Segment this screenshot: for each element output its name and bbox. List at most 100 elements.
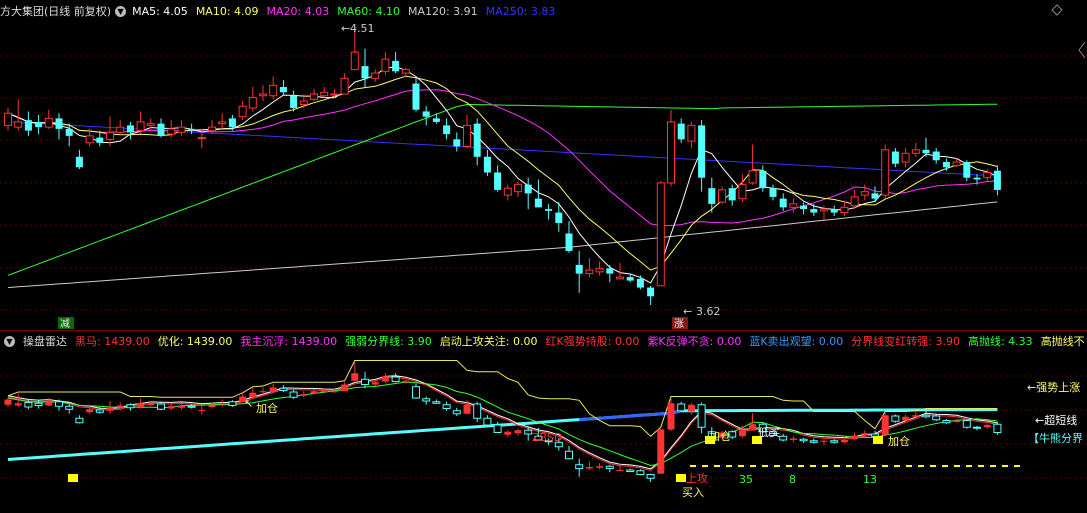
candle[interactable] bbox=[667, 109, 675, 187]
candle[interactable] bbox=[514, 181, 522, 197]
candle[interactable] bbox=[269, 76, 278, 100]
radar-candle[interactable] bbox=[228, 400, 237, 407]
candle[interactable] bbox=[963, 160, 971, 182]
candle[interactable] bbox=[35, 114, 43, 135]
radar-candle[interactable] bbox=[391, 373, 400, 383]
price-chart[interactable]: 4.51 ← 3.62 ← 减 涨 bbox=[0, 20, 1087, 330]
radar-candle[interactable] bbox=[687, 403, 695, 415]
radar-candle[interactable] bbox=[697, 402, 706, 434]
candle[interactable] bbox=[473, 118, 481, 166]
candle[interactable] bbox=[483, 149, 491, 176]
radar-candle[interactable] bbox=[575, 458, 584, 477]
candle[interactable] bbox=[677, 118, 685, 143]
radar-candle[interactable] bbox=[452, 407, 461, 416]
radar-candle[interactable] bbox=[953, 419, 961, 423]
candle[interactable] bbox=[279, 80, 287, 96]
radar-candle[interactable] bbox=[402, 380, 410, 384]
candle[interactable] bbox=[922, 137, 930, 157]
radar-candle[interactable] bbox=[677, 401, 686, 413]
candle[interactable] bbox=[24, 111, 32, 136]
candle[interactable] bbox=[4, 107, 12, 131]
candle[interactable] bbox=[412, 76, 420, 112]
candle[interactable] bbox=[55, 113, 63, 140]
radar-candle[interactable] bbox=[605, 464, 614, 473]
radar-candle[interactable] bbox=[514, 428, 522, 436]
radar-candle[interactable] bbox=[289, 389, 298, 399]
chevron-down-icon[interactable]: ▼ bbox=[115, 5, 127, 17]
candle[interactable] bbox=[891, 148, 899, 168]
candle[interactable] bbox=[401, 67, 410, 77]
candle[interactable] bbox=[932, 148, 940, 164]
candle[interactable] bbox=[656, 181, 665, 287]
candle[interactable] bbox=[381, 52, 390, 75]
radar-candle[interactable] bbox=[646, 473, 655, 482]
radar-candle[interactable] bbox=[881, 413, 889, 437]
radar-candle[interactable] bbox=[779, 434, 788, 442]
radar-candle[interactable] bbox=[891, 414, 900, 423]
radar-candle[interactable] bbox=[830, 439, 839, 444]
chevron-down-icon[interactable]: ▼ bbox=[4, 335, 15, 347]
sub-panel-title[interactable]: 操盘雷达 bbox=[23, 333, 67, 349]
radar-candle[interactable] bbox=[789, 436, 797, 443]
candle[interactable] bbox=[800, 202, 808, 215]
radar-candle[interactable] bbox=[504, 430, 512, 437]
radar-candle[interactable] bbox=[361, 371, 369, 389]
radar-candle[interactable] bbox=[157, 401, 165, 410]
candle[interactable] bbox=[545, 203, 553, 220]
candle[interactable] bbox=[810, 203, 818, 217]
radar-candle[interactable] bbox=[973, 425, 981, 431]
candle[interactable] bbox=[769, 184, 777, 201]
candle[interactable] bbox=[494, 165, 502, 192]
radar-candle[interactable] bbox=[473, 401, 482, 422]
candle[interactable] bbox=[698, 120, 706, 192]
candle[interactable] bbox=[779, 193, 787, 211]
candle[interactable] bbox=[503, 184, 512, 201]
candle[interactable] bbox=[738, 174, 747, 203]
candle[interactable] bbox=[789, 198, 798, 213]
candle[interactable] bbox=[993, 165, 1001, 196]
candle[interactable] bbox=[248, 87, 257, 112]
candle[interactable] bbox=[565, 221, 573, 253]
radar-candle[interactable] bbox=[983, 423, 991, 429]
radar-candle[interactable] bbox=[341, 382, 349, 392]
candle[interactable] bbox=[238, 100, 247, 121]
radar-candle[interactable] bbox=[442, 401, 451, 411]
radar-candle[interactable] bbox=[412, 383, 420, 399]
candle[interactable] bbox=[901, 148, 910, 168]
radar-candle[interactable] bbox=[993, 422, 1002, 435]
radar-candle[interactable] bbox=[749, 413, 757, 431]
candle[interactable] bbox=[218, 113, 227, 129]
candle[interactable] bbox=[871, 186, 879, 203]
radar-candle[interactable] bbox=[809, 438, 818, 444]
candle[interactable] bbox=[606, 264, 614, 283]
candle[interactable] bbox=[942, 158, 950, 171]
candle[interactable] bbox=[106, 116, 114, 147]
candle[interactable] bbox=[687, 121, 696, 149]
candle[interactable] bbox=[647, 285, 655, 305]
candle[interactable] bbox=[830, 205, 838, 217]
radar-candle[interactable] bbox=[626, 468, 635, 473]
radar-candle[interactable] bbox=[75, 415, 84, 424]
radar-candle[interactable] bbox=[636, 469, 645, 476]
candle[interactable] bbox=[524, 177, 532, 210]
candle[interactable] bbox=[463, 114, 471, 149]
candle[interactable] bbox=[728, 184, 736, 206]
candle[interactable] bbox=[718, 186, 726, 204]
settings-diamond-icon[interactable] bbox=[1051, 4, 1063, 16]
candle[interactable] bbox=[126, 121, 134, 140]
candle[interactable] bbox=[443, 118, 451, 140]
radar-candle[interactable] bbox=[932, 414, 941, 422]
candle[interactable] bbox=[595, 261, 604, 276]
candle[interactable] bbox=[44, 109, 53, 129]
stock-title[interactable]: 方大集团(日线 前复权) bbox=[0, 3, 111, 19]
radar-candle[interactable] bbox=[851, 432, 859, 441]
candle[interactable] bbox=[136, 111, 145, 135]
candle[interactable] bbox=[748, 144, 757, 185]
radar-candle[interactable] bbox=[432, 399, 441, 405]
candle[interactable] bbox=[259, 85, 267, 101]
candle[interactable] bbox=[392, 52, 400, 74]
candle[interactable] bbox=[116, 120, 125, 136]
radar-candle[interactable] bbox=[198, 406, 206, 415]
candle[interactable] bbox=[14, 99, 23, 131]
radar-candle[interactable] bbox=[65, 404, 74, 414]
